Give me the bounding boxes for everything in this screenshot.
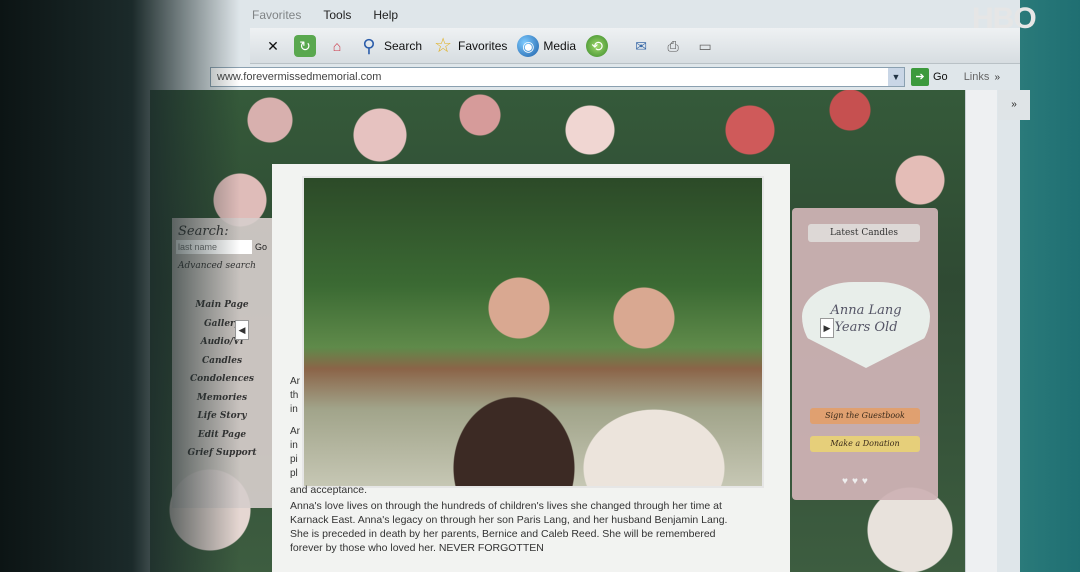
vertical-scrollbar[interactable] [965, 90, 997, 572]
right-panel: Latest Candles Anna Lang Years Old ▶ Sig… [792, 208, 938, 500]
magnifier-icon: ⚲ [362, 35, 376, 56]
links-chevron: » [994, 72, 1000, 83]
latest-candles-button[interactable]: Latest Candles [808, 224, 920, 242]
address-input[interactable]: www.forevermissedmemorial.com ▼ [210, 67, 905, 87]
browser-toolbar: ✕ ↻ ⌂ ⚲ Search ☆ Favorites ◉ Media ⟲ ✉ ⎙… [250, 28, 1020, 64]
advanced-search-link[interactable]: Advanced search [178, 261, 256, 271]
search-go-button[interactable]: Go [255, 242, 267, 252]
nav-life-story[interactable]: Life Story [172, 407, 272, 426]
media-button-label: Media [543, 38, 577, 53]
bio-line-1: Anna's love lives on through the hundred… [290, 500, 722, 512]
bio-line-4: forever by those who loved her. NEVER FO… [290, 542, 544, 554]
web-page: Search: Go Advanced search Main Page Gal… [150, 90, 965, 572]
search-label: Search: [178, 224, 229, 239]
nav-audio-video[interactable]: Audio/Vi [172, 333, 272, 352]
left-sidebar: Search: Go Advanced search Main Page Gal… [172, 218, 272, 508]
go-button[interactable]: ➔ Go [911, 68, 948, 86]
heart-name: Anna Lang [830, 303, 902, 318]
globe-icon: ◉ [517, 34, 540, 57]
search-button-label: Search [384, 38, 423, 53]
menu-favorites[interactable]: Favorites [250, 8, 303, 28]
bio-acceptance: and acceptance. [290, 484, 368, 496]
text-fragment: pi [290, 454, 298, 465]
go-arrow-icon: ➔ [911, 68, 929, 86]
nav-edit-page[interactable]: Edit Page [172, 426, 272, 445]
media-button[interactable]: ◉ Media [517, 34, 577, 57]
address-dropdown-icon[interactable]: ▼ [888, 68, 904, 86]
menu-help[interactable]: Help [371, 8, 400, 28]
text-fragment: in [290, 440, 298, 451]
gallery-prev-arrow-icon[interactable]: ◀ [235, 320, 249, 340]
text-fragment: Ar [290, 376, 300, 387]
memorial-photo[interactable] [302, 176, 764, 488]
search-button[interactable]: ⚲ Search [358, 35, 422, 57]
go-button-label: Go [933, 71, 948, 83]
background-wall [1020, 0, 1080, 572]
sidebar-nav: Main Page Gallery Audio/Vi Candles Condo… [172, 296, 272, 463]
nav-candles[interactable]: Candles [172, 352, 272, 371]
nav-condolences[interactable]: Condolences [172, 370, 272, 389]
search-row: Go [176, 240, 267, 254]
stop-icon[interactable]: ✕ [262, 35, 284, 57]
bio-line-2: Karnack East. Anna's legacy on through h… [290, 514, 728, 526]
favorites-button-label: Favorites [458, 38, 508, 53]
toolbar-chevron-icon[interactable]: » [998, 90, 1030, 120]
print-icon[interactable]: ⎙ [662, 35, 684, 57]
nav-grief-support[interactable]: Grief Support [172, 444, 272, 463]
nav-gallery[interactable]: Gallery [172, 315, 272, 334]
candle-next-arrow-icon[interactable]: ▶ [820, 318, 834, 338]
favorites-button[interactable]: ☆ Favorites [432, 35, 507, 57]
menu-tools[interactable]: Tools [321, 8, 353, 28]
text-fragment: th [290, 390, 299, 401]
bio-line-3: She is preceded in death by her parents,… [290, 528, 716, 540]
text-fragment: Ar [290, 426, 300, 437]
hearts-decoration-icon: ♥♥♥ [842, 476, 872, 487]
edit-icon[interactable]: ▭ [694, 35, 716, 57]
nav-main-page[interactable]: Main Page [172, 296, 272, 315]
address-bar: www.forevermissedmemorial.com ▼ ➔ Go Lin… [210, 66, 1000, 88]
home-icon[interactable]: ⌂ [326, 35, 348, 57]
menu-bar: Favorites Tools Help [150, 8, 400, 28]
links-toolbar[interactable]: Links » [964, 71, 1000, 83]
address-url: www.forevermissedmemorial.com [217, 71, 382, 83]
star-icon: ☆ [434, 34, 452, 57]
lastname-search-input[interactable] [176, 240, 252, 254]
text-fragment: pl [290, 468, 298, 479]
history-icon[interactable]: ⟲ [586, 34, 609, 57]
make-donation-button[interactable]: Make a Donation [810, 436, 920, 452]
text-fragment: in [290, 404, 298, 415]
refresh-icon[interactable]: ↻ [294, 34, 316, 57]
nav-memories[interactable]: Memories [172, 389, 272, 408]
hbo-watermark: HBO [972, 2, 1037, 35]
main-content: Ar th in Ar in pi pl and acceptance. Ann… [272, 164, 790, 572]
links-label: Links [963, 71, 990, 83]
mail-icon[interactable]: ✉ [630, 35, 652, 57]
sign-guestbook-button[interactable]: Sign the Guestbook [810, 408, 920, 424]
